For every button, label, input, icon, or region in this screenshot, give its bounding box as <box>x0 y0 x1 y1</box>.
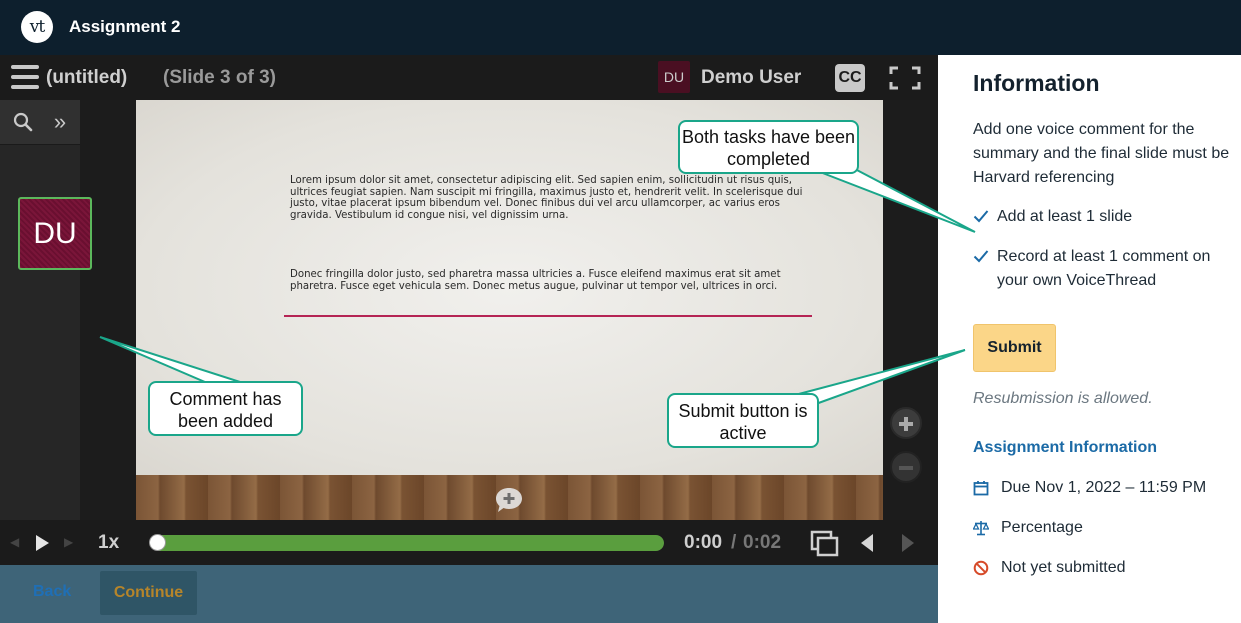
resubmission-note: Resubmission is allowed. <box>973 390 1153 407</box>
next-slide-icon[interactable] <box>899 532 917 554</box>
back-button[interactable]: Back <box>33 583 71 601</box>
progress-scrubber-handle[interactable] <box>149 534 166 551</box>
user-avatar[interactable]: DU <box>658 61 690 93</box>
continue-button[interactable]: Continue <box>100 571 197 615</box>
zoom-in-icon[interactable] <box>890 407 922 439</box>
callout-comment-added: Comment has been added <box>148 381 303 436</box>
time-separator: / <box>731 532 737 553</box>
slide-indicator: (Slide 3 of 3) <box>163 67 276 88</box>
progress-fill <box>151 535 664 551</box>
page-title: Assignment 2 <box>69 17 181 36</box>
requirement-label: Record at least 1 comment on your own Vo… <box>997 248 1211 289</box>
slide-paragraph: Lorem ipsum dolor sit amet, consectetur … <box>290 175 803 221</box>
checkmark-icon <box>973 250 989 263</box>
calendar-icon <box>973 481 989 496</box>
scale-icon <box>973 521 989 536</box>
information-panel: Information Add one voice comment for th… <box>938 55 1241 623</box>
assignment-info-heading: Assignment Information <box>973 439 1158 456</box>
requirement-item: Record at least 1 comment on your own Vo… <box>973 245 1235 293</box>
slide-divider <box>284 315 812 317</box>
player-header: (untitled) (Slide 3 of 3) DU Demo User C… <box>0 55 938 100</box>
assignment-nav-footer: Back Continue <box>0 565 938 623</box>
closed-captions-button[interactable]: CC <box>835 64 865 92</box>
submission-status: Not yet submitted <box>1001 559 1126 576</box>
zoom-out-icon[interactable] <box>890 451 922 483</box>
search-icon[interactable] <box>12 111 34 133</box>
copy-slides-icon[interactable] <box>810 530 840 558</box>
time-total: 0:02 <box>743 532 782 553</box>
checkmark-icon <box>973 210 989 223</box>
callout-submit-active: Submit button is active <box>667 393 819 448</box>
submit-button[interactable]: Submit <box>973 324 1056 372</box>
comment-rail: » <box>0 100 80 520</box>
skip-forward-icon[interactable]: ▶ <box>64 535 73 549</box>
app-header: vt Assignment 2 <box>0 0 1241 55</box>
time-current: 0:00 <box>684 532 723 553</box>
voicethread-logo[interactable]: vt <box>21 11 53 43</box>
grading-type: Percentage <box>1001 519 1083 536</box>
callout-tasks-completed: Both tasks have been completed <box>678 120 859 174</box>
requirement-item: Add at least 1 slide <box>973 205 1235 229</box>
prohibited-icon <box>973 560 989 576</box>
panel-title: Information <box>973 70 1100 96</box>
due-date: Due Nov 1, 2022 – 11:59 PM <box>1001 479 1207 496</box>
hamburger-menu-icon[interactable] <box>11 65 39 89</box>
previous-slide-icon[interactable] <box>858 532 876 554</box>
requirement-label: Add at least 1 slide <box>997 208 1133 225</box>
progress-track[interactable] <box>151 535 664 551</box>
playback-bar: ◀ ▶ 1x 0:00 / 0:02 <box>0 520 938 565</box>
playback-speed-button[interactable]: 1x <box>98 532 119 554</box>
rail-toolbar: » <box>0 100 80 145</box>
voicethread-title[interactable]: (untitled) <box>46 67 127 89</box>
fullscreen-icon[interactable] <box>889 66 921 90</box>
user-name[interactable]: Demo User <box>701 67 801 89</box>
slide-paragraph: Donec fringilla dolor justo, sed pharetr… <box>290 269 781 292</box>
add-comment-icon[interactable] <box>494 485 524 515</box>
assignment-description: Add one voice comment for the summary an… <box>973 121 1230 186</box>
play-icon[interactable] <box>33 533 51 553</box>
comment-avatar[interactable]: DU <box>18 197 92 270</box>
skip-back-icon[interactable]: ◀ <box>10 535 19 549</box>
expand-rail-icon[interactable]: » <box>47 108 73 136</box>
